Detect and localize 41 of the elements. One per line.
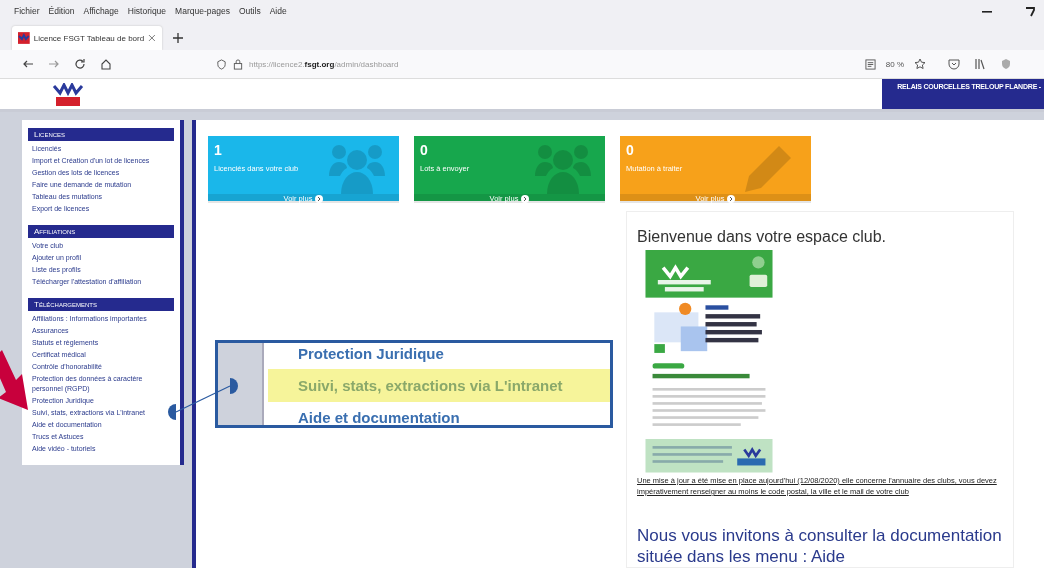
url-text: https://licence2.fsgt.org/admin/dashboard <box>249 59 399 69</box>
menu-item[interactable]: Outils <box>238 6 261 16</box>
home-icon[interactable] <box>100 58 112 70</box>
menu-link[interactable]: Protection Juridique <box>268 343 610 364</box>
arrow-circle-icon <box>521 194 530 203</box>
people-icon <box>533 142 593 194</box>
forward-icon[interactable] <box>48 58 60 70</box>
menu-item[interactable]: Aide <box>269 6 287 16</box>
back-icon[interactable] <box>22 58 34 70</box>
menu-link[interactable]: Aide et documentation <box>268 407 610 425</box>
people-icon <box>327 142 387 194</box>
arrow-circle-icon <box>727 194 736 203</box>
count: 1 <box>214 142 223 158</box>
star-icon[interactable] <box>914 58 926 70</box>
pointer-arrow <box>0 350 28 410</box>
restore-icon[interactable] <box>1024 5 1036 17</box>
lock-icon <box>233 58 243 70</box>
browser-tab[interactable]: Licence FSGT Tableau de bord <box>12 26 162 50</box>
arrow-circle-icon <box>315 194 324 203</box>
menu-item[interactable]: Marque-pages <box>175 6 230 16</box>
menu-item[interactable]: Fichier <box>14 6 40 16</box>
count: 0 <box>420 142 429 158</box>
section-header: Licences <box>28 128 174 141</box>
count: 0 <box>626 142 635 158</box>
library-icon[interactable] <box>974 58 986 70</box>
shield-icon <box>216 58 227 70</box>
logo-icon <box>18 32 30 44</box>
zoom-level[interactable]: 80 % <box>885 59 904 69</box>
menu-item[interactable]: Historique <box>127 6 167 16</box>
section-header: Téléchargements <box>28 298 174 311</box>
reload-icon[interactable] <box>74 58 86 70</box>
fsgt-logo <box>52 83 84 107</box>
reader-icon[interactable] <box>864 58 876 70</box>
close-icon[interactable] <box>148 34 156 42</box>
menu-item[interactable]: Affichage <box>83 6 119 16</box>
new-tab-icon[interactable] <box>172 32 184 44</box>
menu-item[interactable]: Édition <box>48 6 75 16</box>
invitation-text: Nous vous invitons à consulter la documentation située dans les menu : Aide <box>637 525 1003 567</box>
welcome-title: Bienvenue dans votre espace club. <box>637 228 887 246</box>
pocket-icon[interactable] <box>948 58 960 70</box>
section-header: Affiliations <box>28 225 174 238</box>
